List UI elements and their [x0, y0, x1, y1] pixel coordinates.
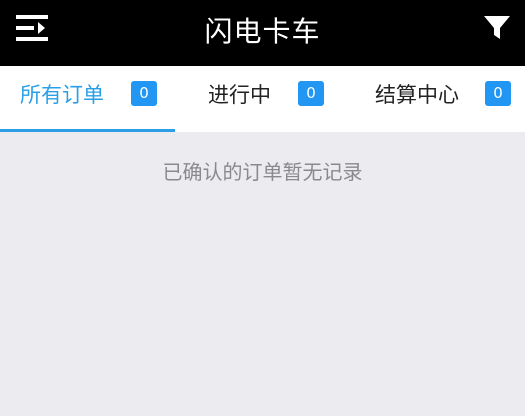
- tab-all-orders[interactable]: 所有订单 0: [0, 66, 175, 132]
- app-root: 闪电卡车 所有订单 0 进行中 0 结算中心 0 已确认的订单暂无记录: [0, 0, 525, 416]
- page-title: 闪电卡车: [204, 15, 321, 48]
- app-header: 闪电卡车: [0, 0, 525, 66]
- tab-count-badge: 0: [298, 81, 324, 106]
- tab-label: 进行中: [208, 83, 271, 107]
- tab-count-badge: 0: [131, 81, 157, 106]
- tab-in-progress[interactable]: 进行中 0: [175, 66, 350, 132]
- tab-label: 结算中心: [375, 83, 459, 107]
- empty-state-message: 已确认的订单暂无记录: [162, 160, 363, 184]
- tab-settlement-center[interactable]: 结算中心 0: [350, 66, 525, 132]
- order-list-area: 已确认的订单暂无记录: [0, 132, 525, 416]
- tab-label: 所有订单: [20, 83, 104, 107]
- filter-icon: [483, 14, 511, 42]
- tab-count-badge: 0: [485, 81, 511, 106]
- order-tabs: 所有订单 0 进行中 0 结算中心 0: [0, 66, 525, 132]
- filter-button[interactable]: [483, 14, 511, 42]
